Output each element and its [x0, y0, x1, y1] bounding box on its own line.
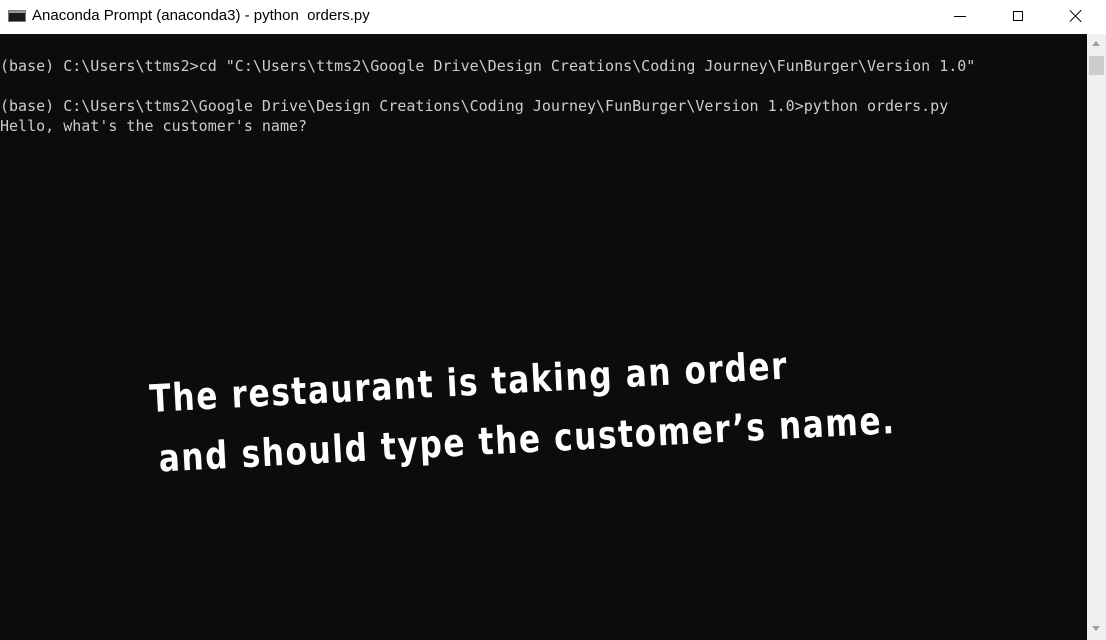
- title-bar[interactable]: Anaconda Prompt (anaconda3) - python ord…: [0, 0, 1106, 33]
- scroll-up-arrow-icon[interactable]: [1092, 41, 1100, 46]
- console-line: (base) C:\Users\ttms2\Google Drive\Desig…: [0, 97, 949, 115]
- console-line: Hello, what's the customer's name?: [0, 117, 308, 135]
- minimize-icon: [954, 15, 966, 17]
- console-line: (base) C:\Users\ttms2>cd "C:\Users\ttms2…: [0, 57, 976, 75]
- scroll-down-arrow-icon[interactable]: [1092, 626, 1100, 631]
- console-window: Anaconda Prompt (anaconda3) - python ord…: [0, 0, 1106, 640]
- close-button[interactable]: [1047, 0, 1105, 32]
- window-title: Anaconda Prompt (anaconda3) - python ord…: [32, 7, 370, 24]
- close-icon: [1069, 9, 1083, 23]
- scroll-thumb[interactable]: [1089, 56, 1104, 75]
- minimize-button[interactable]: [931, 0, 989, 32]
- caption-overlay: The restaurant is taking an order and sh…: [148, 328, 933, 489]
- maximize-icon: [1013, 11, 1023, 21]
- maximize-button[interactable]: [989, 0, 1047, 32]
- console-icon: [8, 10, 26, 22]
- vertical-scrollbar[interactable]: [1087, 34, 1106, 640]
- console-output[interactable]: (base) C:\Users\ttms2>cd "C:\Users\ttms2…: [0, 34, 1087, 640]
